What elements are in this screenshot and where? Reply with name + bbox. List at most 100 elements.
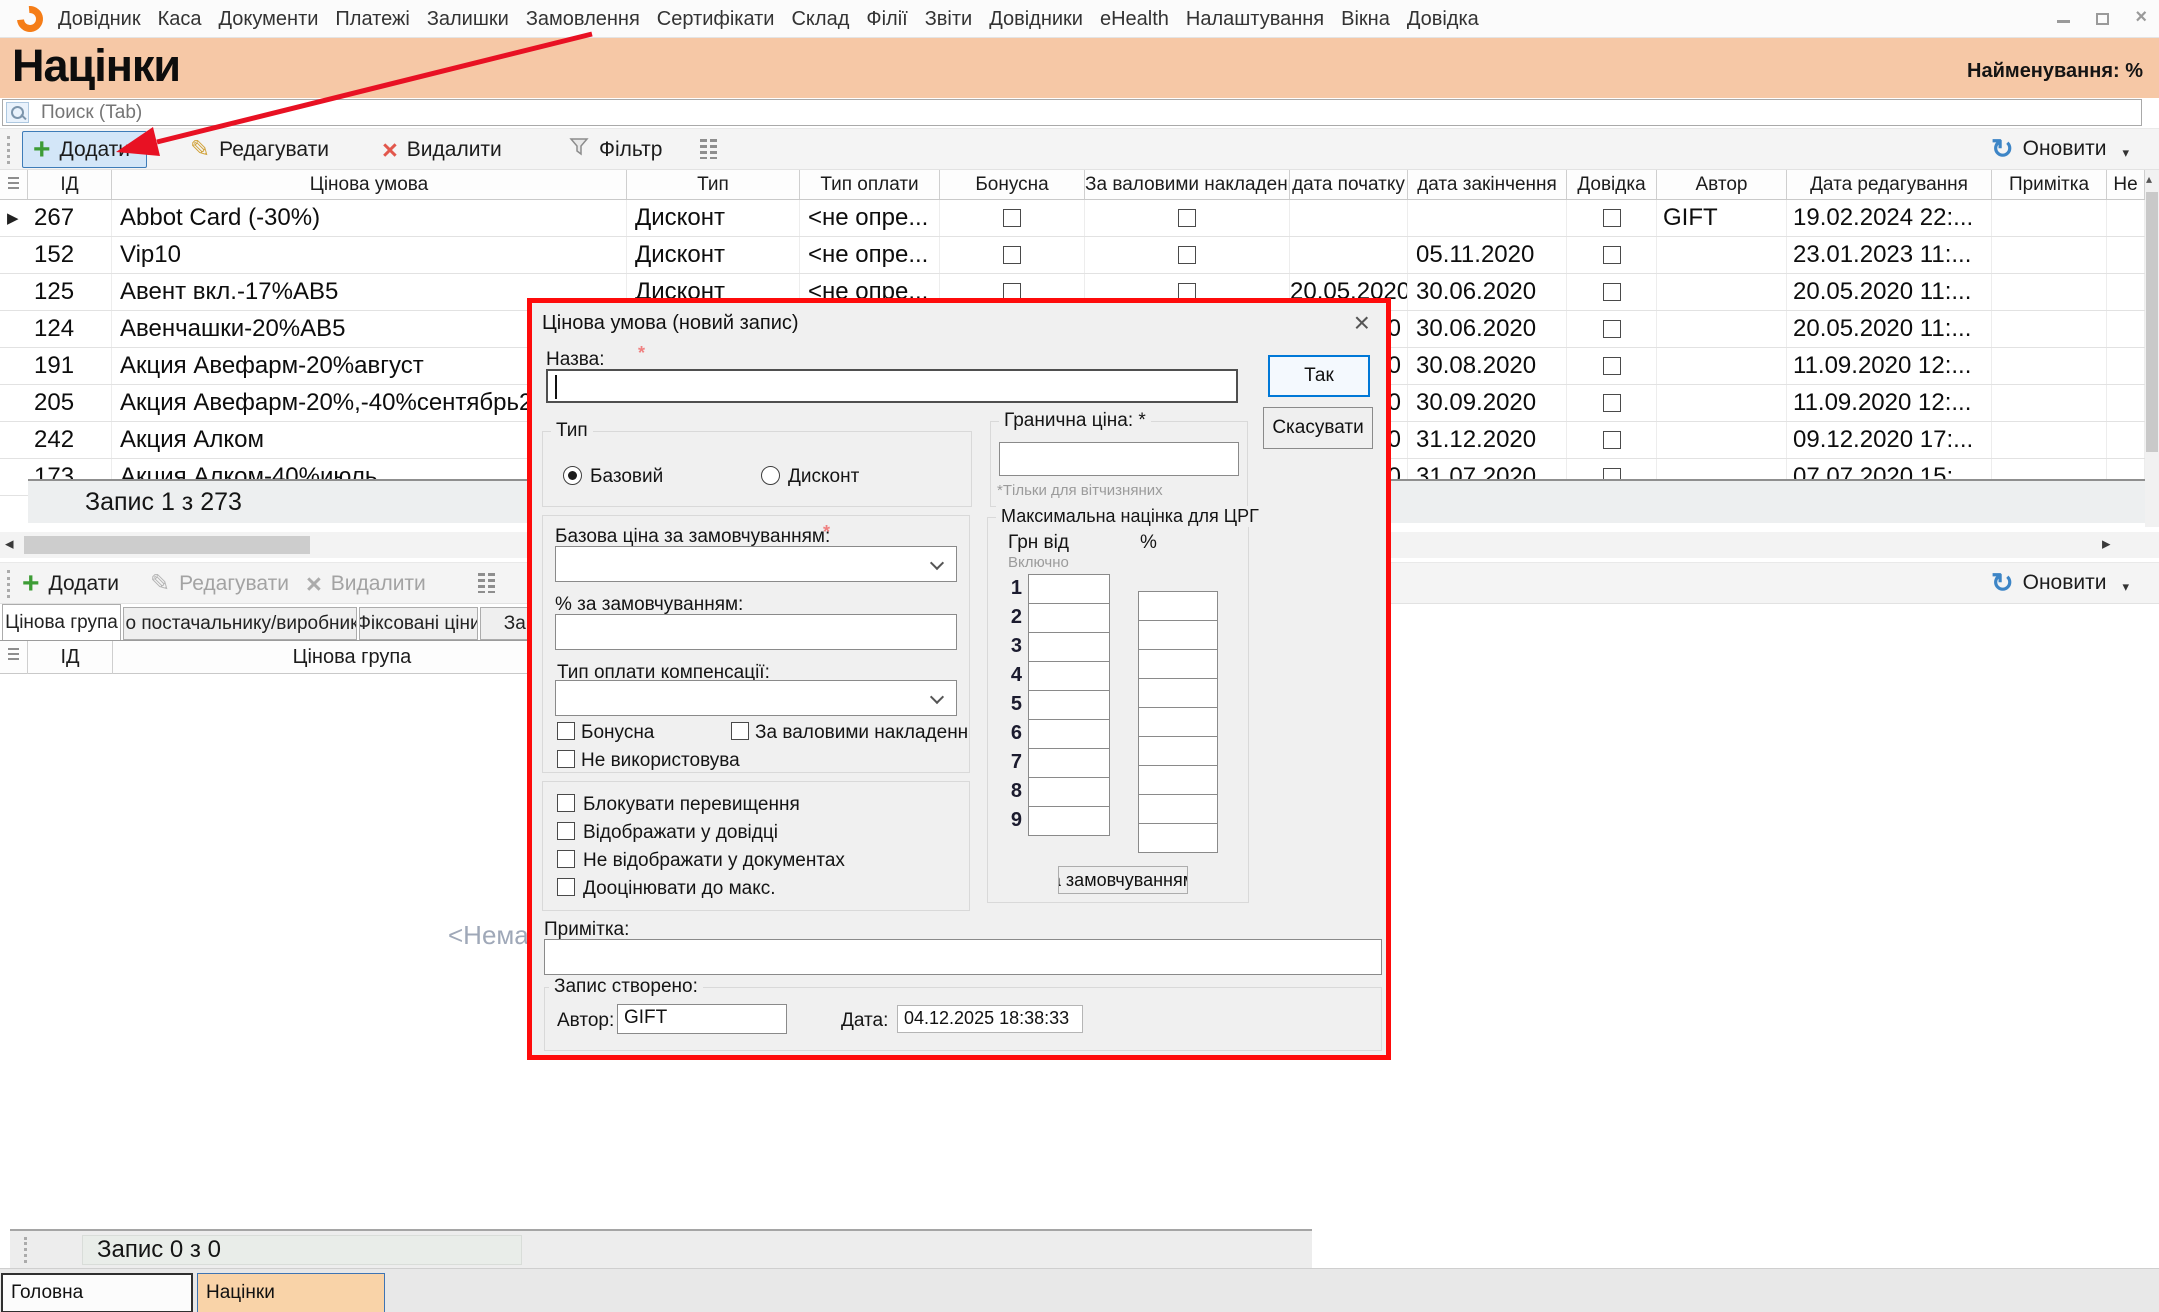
column-header-id[interactable]: ІД — [28, 170, 112, 199]
percent-input[interactable] — [555, 614, 957, 650]
menu-item[interactable]: Залишки — [427, 8, 509, 31]
restore-icon[interactable] — [2096, 13, 2109, 25]
crg-input-pct[interactable] — [1138, 620, 1218, 650]
checkbox-ref[interactable] — [1603, 283, 1621, 301]
scroll-up-icon[interactable]: ▴ — [2146, 172, 2152, 186]
checkbox-bonus[interactable] — [1003, 209, 1021, 227]
checkbox-gross[interactable] — [731, 722, 749, 740]
radio-base[interactable] — [563, 466, 582, 485]
date-input[interactable]: 04.12.2025 18:38:33 — [897, 1005, 1083, 1033]
column-header-id[interactable]: ІД — [28, 641, 113, 674]
crg-input-pct[interactable] — [1138, 649, 1218, 679]
minimize-icon[interactable] — [2057, 20, 2070, 23]
menu-item[interactable]: Сертифікати — [657, 8, 775, 31]
menu-item[interactable]: Каса — [158, 8, 202, 31]
crg-input-grn[interactable] — [1028, 603, 1110, 633]
scroll-left-icon[interactable]: ◂ — [5, 534, 14, 554]
checkbox-revalue-max[interactable] — [557, 878, 575, 896]
column-header-de[interactable]: дата закінчення — [1408, 170, 1567, 199]
window-tab-Націнки[interactable]: Націнки — [197, 1273, 385, 1312]
menu-item[interactable]: Довідники — [989, 8, 1083, 31]
crg-input-grn[interactable] — [1028, 661, 1110, 691]
checkbox-bonus[interactable] — [557, 722, 575, 740]
crg-input-pct[interactable] — [1138, 591, 1218, 621]
crg-input-pct[interactable] — [1138, 823, 1218, 853]
crg-input-grn[interactable] — [1028, 690, 1110, 720]
menu-item[interactable]: eHealth — [1100, 8, 1169, 31]
checkbox-ref[interactable] — [1603, 357, 1621, 375]
base-price-combobox[interactable] — [555, 546, 957, 582]
checkbox-ref[interactable] — [1603, 431, 1621, 449]
checkbox-gross[interactable] — [1178, 209, 1196, 227]
crg-input-grn[interactable] — [1028, 806, 1110, 836]
limit-price-input[interactable] — [999, 442, 1239, 476]
crg-input-grn[interactable] — [1028, 748, 1110, 778]
checkbox-show-in-guide[interactable] — [557, 822, 575, 840]
chevron-down-icon[interactable]: ▾ — [2122, 145, 2129, 161]
dialog-close-icon[interactable]: × — [1354, 307, 1370, 339]
refresh-button[interactable]: ↻ Оновити ▾ — [1991, 137, 2129, 161]
checkbox-ref[interactable] — [1603, 394, 1621, 412]
menu-item[interactable]: Довідник — [58, 8, 141, 31]
vertical-scrollbar[interactable]: ▴ — [2145, 170, 2159, 527]
close-icon[interactable]: × — [2135, 8, 2147, 26]
cancel-button[interactable]: Скасувати — [1263, 407, 1373, 449]
columns-button[interactable] — [700, 139, 717, 159]
table-row[interactable]: 152Vip10Дисконт<не опре...05.11.202023.0… — [0, 237, 2145, 274]
menu-item[interactable]: Вікна — [1341, 8, 1390, 31]
menu-item[interactable]: Звіти — [925, 8, 972, 31]
crg-input-pct[interactable] — [1138, 765, 1218, 795]
tab-2[interactable]: По постачальнику/виробнику — [123, 607, 357, 640]
menu-item[interactable]: Філії — [866, 8, 907, 31]
column-header-ref[interactable]: Довідка — [1567, 170, 1657, 199]
crg-input-pct[interactable] — [1138, 736, 1218, 766]
edit-button-bottom[interactable]: ✎ Редагувати — [150, 565, 289, 602]
table-row[interactable]: ▶267Abbot Card (-30%)Дисконт<не опре...G… — [0, 200, 2145, 237]
checkbox-bonus[interactable] — [1003, 246, 1021, 264]
menu-item[interactable]: Документи — [219, 8, 319, 31]
tab-3[interactable]: Фіксовані ціни — [359, 607, 478, 640]
add-button-bottom[interactable]: + Додати — [22, 565, 119, 602]
crg-input-grn[interactable] — [1028, 574, 1110, 604]
crg-input-grn[interactable] — [1028, 719, 1110, 749]
column-header-ne[interactable]: Не — [2107, 170, 2145, 199]
checkbox-gross[interactable] — [1178, 246, 1196, 264]
chevron-down-icon[interactable]: ▾ — [2122, 579, 2129, 595]
column-header-bonus[interactable]: Бонусна — [940, 170, 1085, 199]
search-input[interactable] — [2, 99, 2142, 126]
tab-1[interactable]: Цінова група — [2, 604, 121, 640]
checkbox-ref[interactable] — [1603, 246, 1621, 264]
checkbox-ref[interactable] — [1603, 209, 1621, 227]
crg-input-grn[interactable] — [1028, 777, 1110, 807]
checkbox-hide-in-docs[interactable] — [557, 850, 575, 868]
crg-input-pct[interactable] — [1138, 794, 1218, 824]
menu-item[interactable]: Замовлення — [526, 8, 640, 31]
checkbox-ref[interactable] — [1603, 320, 1621, 338]
ok-button[interactable]: Так — [1268, 355, 1370, 397]
column-header-edited[interactable]: Дата редагування — [1787, 170, 1992, 199]
scroll-right-icon[interactable]: ▸ — [2102, 534, 2111, 554]
checkbox-block-excess[interactable] — [557, 794, 575, 812]
menu-item[interactable]: Склад — [791, 8, 849, 31]
columns-button-bottom[interactable] — [478, 573, 495, 593]
filter-button[interactable]: Фільтр — [568, 131, 662, 168]
column-header-group[interactable]: Цінова група — [113, 641, 592, 674]
pay-type-combobox[interactable] — [555, 680, 957, 716]
column-header-pay[interactable]: Тип оплати — [800, 170, 940, 199]
add-button[interactable]: + Додати — [22, 131, 147, 168]
column-header-ds[interactable]: дата початку — [1290, 170, 1408, 199]
checkbox-not-used[interactable] — [557, 750, 575, 768]
column-header-type[interactable]: Тип — [627, 170, 800, 199]
window-tab-Головна[interactable]: Головна — [1, 1273, 193, 1312]
column-header-name[interactable]: Цінова умова — [112, 170, 627, 199]
column-header-note[interactable]: Примітка — [1992, 170, 2107, 199]
menu-item[interactable]: Платежі — [335, 8, 409, 31]
scrollbar-thumb[interactable] — [2146, 192, 2158, 452]
delete-button-bottom[interactable]: × Видалити — [306, 565, 426, 602]
search-icon[interactable] — [6, 102, 29, 123]
crg-default-button[interactable]: а замовчуванням — [1058, 866, 1188, 894]
name-input[interactable] — [546, 369, 1238, 403]
scrollbar-thumb[interactable] — [24, 536, 310, 554]
menu-item[interactable]: Налаштування — [1186, 8, 1324, 31]
crg-input-pct[interactable] — [1138, 678, 1218, 708]
